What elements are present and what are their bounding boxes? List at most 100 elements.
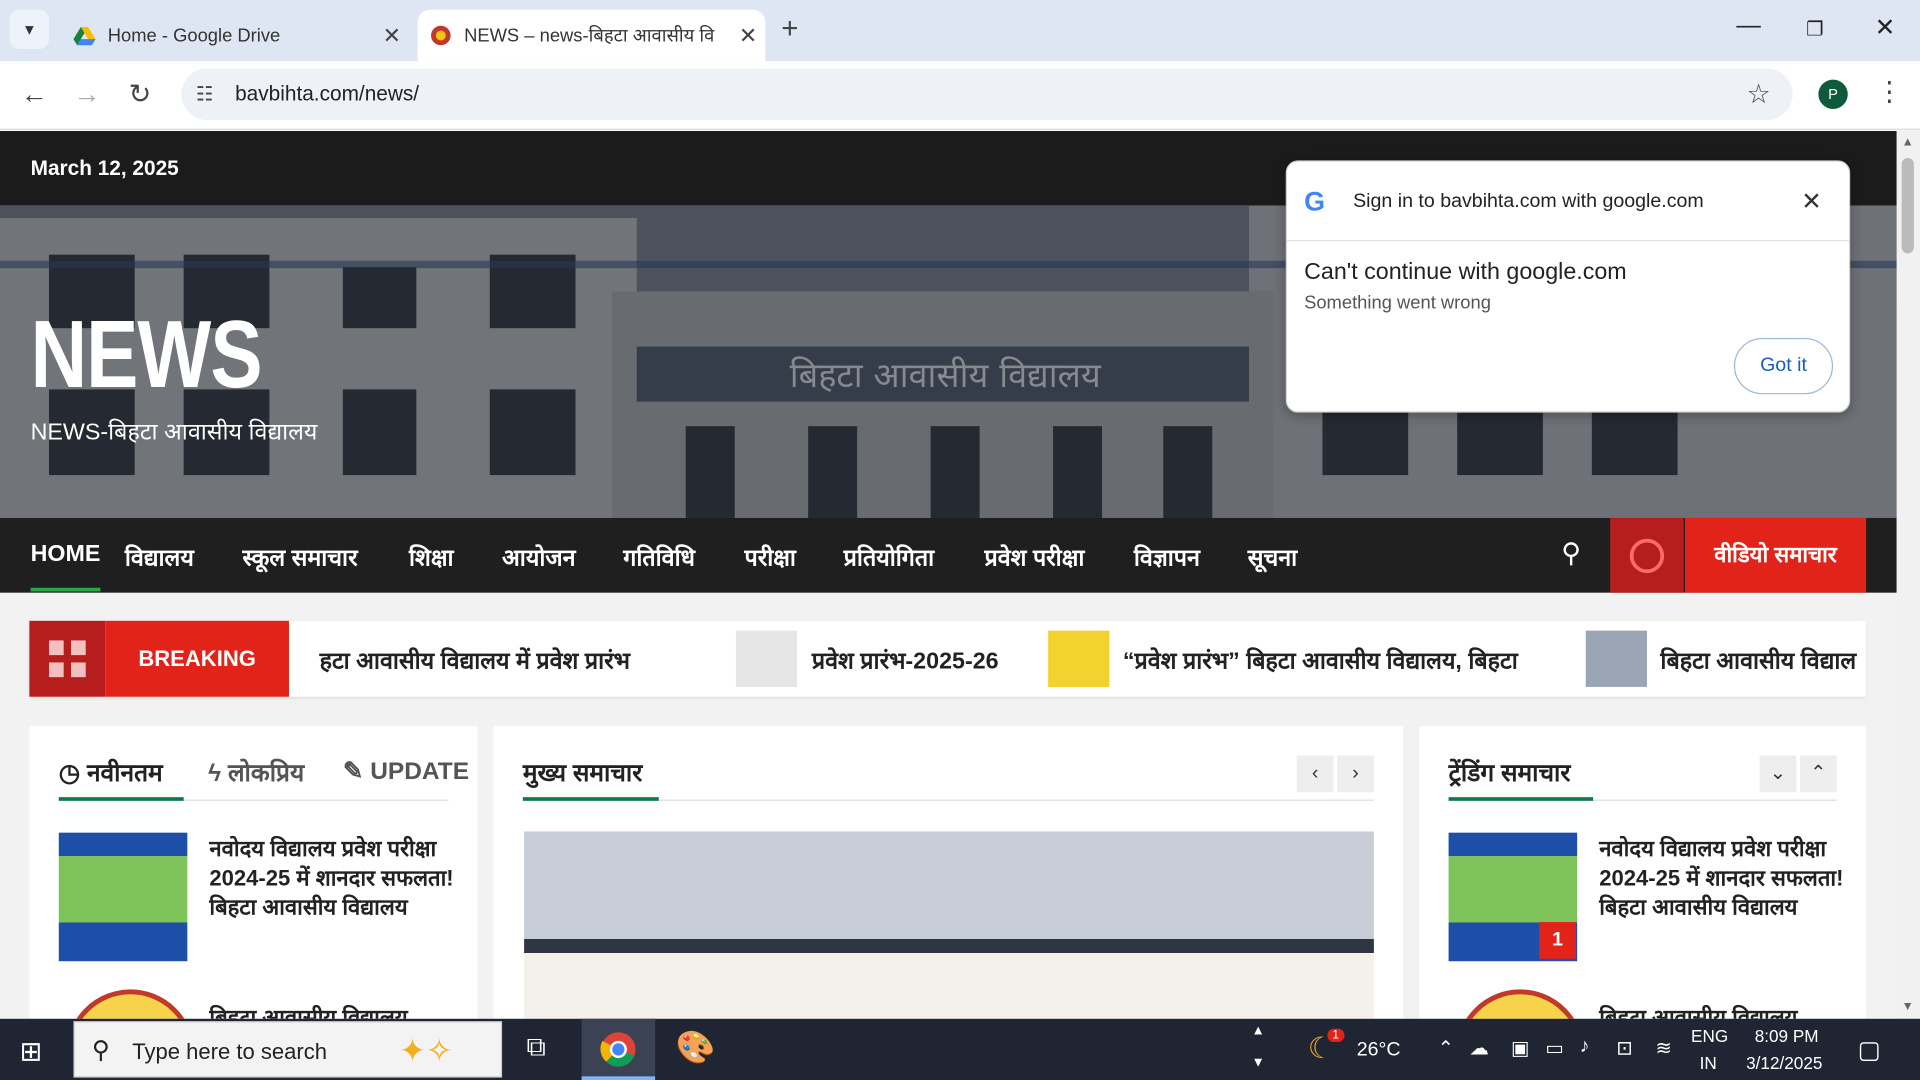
scroll-down-icon[interactable]: ▼	[1902, 1000, 1914, 1013]
ticker-item[interactable]: “प्रवेश प्रारंभ” बिहटा आवासीय विद्यालय, …	[1123, 644, 1518, 676]
tab-close-button[interactable]: ✕	[731, 23, 765, 49]
live-circle-icon	[1629, 538, 1665, 574]
live-indicator[interactable]	[1610, 517, 1684, 593]
browser-toolbar: ← → ↻ ☷ bavbihta.com/news/ ☆ P ⋮	[0, 61, 1920, 130]
restore-icon[interactable]: ❐	[1806, 17, 1824, 41]
search-icon[interactable]: ⚲	[1561, 538, 1581, 570]
nav-entrance-exam[interactable]: प्रवेश परीक्षा	[984, 541, 1084, 573]
taskbar-scroll-up-icon[interactable]: ▲	[1251, 1024, 1264, 1039]
scroll-up-icon[interactable]: ▲	[1902, 136, 1914, 149]
wifi-icon[interactable]: ≋	[1656, 1036, 1672, 1060]
prev-arrow-button[interactable]: ‹	[1296, 755, 1334, 793]
nav-school[interactable]: विद्यालय	[125, 541, 194, 573]
nav-home[interactable]: HOME	[30, 541, 101, 592]
site-info-icon[interactable]: ☷	[196, 82, 214, 106]
tab-close-button[interactable]: ✕	[375, 23, 409, 49]
google-logo-icon: G	[1304, 186, 1326, 217]
breaking-news-label: BREAKING NEWS	[105, 620, 289, 747]
got-it-button[interactable]: Got it	[1733, 337, 1834, 395]
profile-avatar[interactable]: P	[1818, 79, 1848, 109]
minimize-icon[interactable]: —	[1736, 12, 1760, 40]
new-tab-button[interactable]: +	[781, 12, 798, 46]
nav-advertisement[interactable]: विज्ञापन	[1134, 541, 1200, 573]
ticker-item[interactable]: बिहटा आवासीय विद्याल	[1660, 644, 1856, 676]
post-thumbnail[interactable]	[58, 832, 188, 962]
reload-icon[interactable]: ↻	[129, 78, 152, 110]
nav-notice[interactable]: सूचना	[1248, 541, 1297, 573]
post-title[interactable]: बिहटा आवासीय विद्यालय	[1599, 1003, 1844, 1018]
url-text[interactable]: bavbihta.com/news/	[235, 82, 419, 106]
main-news-image[interactable]	[524, 831, 1374, 1019]
nav-education[interactable]: शिक्षा	[409, 541, 454, 573]
tab-latest[interactable]: ◷ नवीनतम	[59, 756, 163, 789]
language-line1[interactable]: ENG	[1691, 1026, 1728, 1046]
chevron-down-icon[interactable]: ⌄	[1759, 755, 1797, 793]
taskbar-chrome[interactable]	[581, 1018, 656, 1080]
breaking-news-bar: BREAKING NEWS हटा आवासीय विद्यालय में प्…	[29, 620, 1867, 747]
nav-activities[interactable]: गतिविधि	[623, 541, 695, 573]
post-title[interactable]: नवोदय विद्यालय प्रवेश परीक्षा 2024-25 मे…	[209, 834, 454, 922]
tab-popular[interactable]: ϟ लोकप्रिय	[208, 756, 304, 789]
task-view-icon[interactable]: ⧉	[527, 1031, 546, 1063]
scrollbar-thumb[interactable]	[1901, 157, 1914, 254]
meet-icon[interactable]: ▣	[1511, 1036, 1530, 1060]
ticker-item[interactable]: हटा आवासीय विद्यालय में प्रवेश प्रारंभ	[320, 644, 630, 676]
nav-school-news[interactable]: स्कूल समाचार	[242, 541, 357, 573]
taskbar-scroll-down-icon[interactable]: ▼	[1251, 1056, 1264, 1071]
current-date: March 12, 2025	[30, 156, 179, 181]
forward-icon[interactable]: →	[73, 78, 100, 110]
clock-time[interactable]: 8:09 PM	[1755, 1026, 1819, 1046]
ticker-thumbnail[interactable]	[1585, 630, 1647, 687]
nav-competition[interactable]: प्रतियोगिता	[844, 541, 934, 573]
taskbar-search-placeholder: Type here to search	[132, 1039, 328, 1065]
language-line2[interactable]: IN	[1700, 1053, 1717, 1073]
video-news-button[interactable]: वीडियो समाचार	[1684, 517, 1867, 593]
notification-icon[interactable]: ▢	[1858, 1035, 1881, 1066]
taskbar-paint[interactable]: 🎨	[661, 1019, 734, 1080]
tab-update[interactable]: ✎ UPDATE	[343, 756, 469, 787]
ticker-item[interactable]: प्रवेश प्रारंभ-2025-26	[812, 644, 999, 676]
ticker-thumbnail[interactable]	[1048, 630, 1110, 687]
windows-taskbar: ⊞ ⚲ Type here to search ✦✧ ⧉ 🎨 ▲ ▼ ☾ 1 2…	[0, 1018, 1920, 1080]
school-logo-thumbnail[interactable]	[66, 989, 195, 1019]
main-navigation: HOME विद्यालय स्कूल समाचार शिक्षा आयोजन …	[0, 517, 1897, 593]
trending-news-card: ट्रेंडिंग समाचार ⌄ ⌃ 1 नवोदय विद्यालय प्…	[1419, 726, 1867, 1019]
main-news-heading: मुख्य समाचार	[522, 760, 643, 788]
nav-events[interactable]: आयोजन	[502, 541, 575, 573]
post-title[interactable]: बिहटा आवासीय विद्यालय	[209, 1003, 454, 1018]
network-status-icon[interactable]: ⊡	[1616, 1036, 1632, 1060]
paint-palette-icon: 🎨	[675, 1028, 716, 1066]
clock-date[interactable]: 3/12/2025	[1746, 1053, 1822, 1073]
trend-rank-badge: 1	[1539, 922, 1576, 959]
ticker-thumbnail[interactable]	[735, 630, 798, 687]
show-hidden-icons[interactable]: ⌃	[1438, 1036, 1454, 1060]
taskbar-search-box[interactable]: ⚲ Type here to search ✦✧	[73, 1021, 503, 1078]
site-tagline: NEWS-बिहटा आवासीय विद्यालय	[30, 420, 318, 446]
post-title[interactable]: नवोदय विद्यालय प्रवेश परीक्षा 2024-25 मे…	[1599, 834, 1844, 922]
popup-close-icon[interactable]: ✕	[1801, 186, 1822, 217]
page-scrollbar[interactable]: ▲ ▼	[1896, 131, 1920, 1019]
chevron-up-icon[interactable]: ⌃	[1800, 755, 1837, 793]
tab-google-drive[interactable]: Home - Google Drive ✕	[61, 10, 409, 61]
sparkle-icon: ✦✧	[399, 1032, 453, 1069]
grid-icon	[29, 620, 106, 697]
nav-exams[interactable]: परीक्षा	[744, 541, 795, 573]
heading-underline	[522, 797, 659, 801]
back-icon[interactable]: ←	[21, 78, 48, 110]
weather-temp[interactable]: 26°C	[1357, 1040, 1401, 1062]
battery-icon[interactable]: ▭	[1545, 1036, 1564, 1060]
school-logo-thumbnail[interactable]	[1455, 989, 1585, 1019]
volume-icon[interactable]: ♪	[1580, 1036, 1590, 1058]
bookmark-star-icon[interactable]: ☆	[1746, 78, 1770, 110]
tab-news[interactable]: NEWS – news-बिहटा आवासीय वि ✕	[417, 9, 766, 62]
address-bar[interactable]: ☷ bavbihta.com/news/ ☆	[181, 68, 1793, 121]
close-window-icon[interactable]: ✕	[1875, 12, 1896, 43]
next-arrow-button[interactable]: ›	[1337, 755, 1374, 793]
browser-menu-icon[interactable]: ⋮	[1876, 76, 1903, 108]
site-title[interactable]: NEWS	[31, 299, 263, 410]
tab-search-menu[interactable]: ▼	[9, 9, 49, 49]
onedrive-cloud-icon[interactable]: ☁	[1469, 1036, 1489, 1060]
windows-start-icon[interactable]: ⊞	[20, 1036, 43, 1068]
main-news-card: मुख्य समाचार ‹ ›	[493, 726, 1404, 1019]
popup-message: Something went wrong	[1304, 292, 1491, 314]
